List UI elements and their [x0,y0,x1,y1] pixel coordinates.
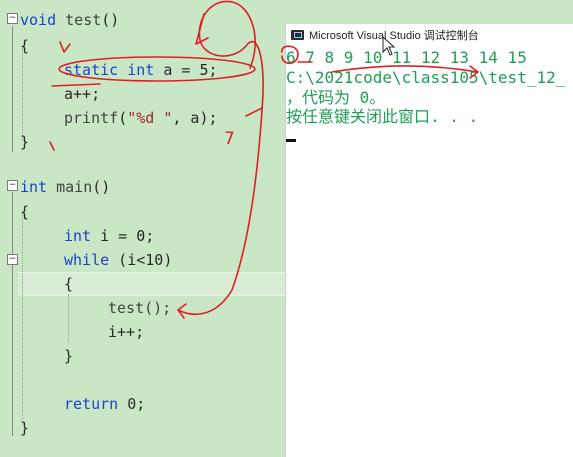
close-brace: } [20,419,30,437]
code-line-11: { [64,272,73,296]
variable-i-init: i = [100,227,137,245]
code-line-9: int i = 0; [64,224,154,248]
fold-toggle-while[interactable]: − [7,254,18,265]
call-test: test(); [108,299,172,317]
fold-toggle-main[interactable]: − [7,180,18,191]
code-line-2: { [20,34,29,58]
mouse-pointer-icon [382,36,396,56]
code-line-10: while (i<10) [64,248,172,272]
paren: ( [118,109,128,127]
function-name-main: main [56,178,93,196]
console-path-line: C:\2021code\class105\test_12_ [286,68,566,87]
close-brace: } [64,347,74,365]
function-name-test: test [65,11,102,29]
number-literal: 0 [136,227,146,245]
function-printf: printf [64,109,119,127]
open-brace: { [20,37,30,55]
console-exit-line: ，代码为 0。 [286,88,386,107]
close-brace: } [20,133,30,151]
open-brace: { [20,203,30,221]
code-line-13: i++; [108,320,144,344]
keyword-int: int [64,227,92,245]
increment-i: i++; [108,323,145,341]
open-brace: { [64,275,74,293]
string-literal: "%d " [127,109,173,127]
code-line-12: test(); [108,296,171,320]
debug-console-window[interactable]: Microsoft Visual Studio 调试控制台 6 7 8 9 10… [285,24,573,457]
return-value: 0; [118,395,146,413]
code-line-6: } [20,130,29,154]
current-line-highlight [18,272,286,296]
code-line-5: printf("%d ", a); [64,106,218,130]
printf-args: , a); [172,109,218,127]
indent-guide [22,214,23,420]
console-title-bar[interactable]: Microsoft Visual Studio 调试控制台 [286,24,573,46]
indent-guide [22,48,23,140]
code-line-4: a++; [64,82,100,106]
variable-a-init: a = [163,61,200,79]
code-line-1: void test() [20,8,119,32]
fold-toggle-test[interactable]: − [7,13,18,24]
indent-guide [68,294,69,342]
keyword-void: void [20,11,57,29]
semicolon: ; [208,61,218,79]
semicolon: ; [145,227,155,245]
visual-studio-icon [291,30,304,40]
code-line-16: } [20,416,29,440]
parens: () [92,178,111,196]
code-line-7: int main() [20,175,110,199]
keyword-int: int [20,178,48,196]
console-cursor [286,139,296,142]
keyword-int: int [127,61,155,79]
while-condition: (i<10) [109,251,173,269]
number-literal: 5 [199,61,209,79]
console-output-numbers: 6 7 8 9 10 11 12 13 14 15 [286,48,527,67]
keyword-return: return [64,395,119,413]
fold-line-while [12,264,13,364]
parens: () [101,11,120,29]
keyword-static: static [64,61,119,79]
code-line-3: static int a = 5; [64,58,218,82]
code-line-14: } [64,344,73,368]
increment-a: a++; [64,85,101,103]
code-line-15: return 0; [64,392,145,416]
keyword-while: while [64,251,110,269]
fold-line-test [12,26,13,152]
code-line-8: { [20,200,29,224]
console-press-key-line: 按任意键关闭此窗口. . . [286,107,479,126]
